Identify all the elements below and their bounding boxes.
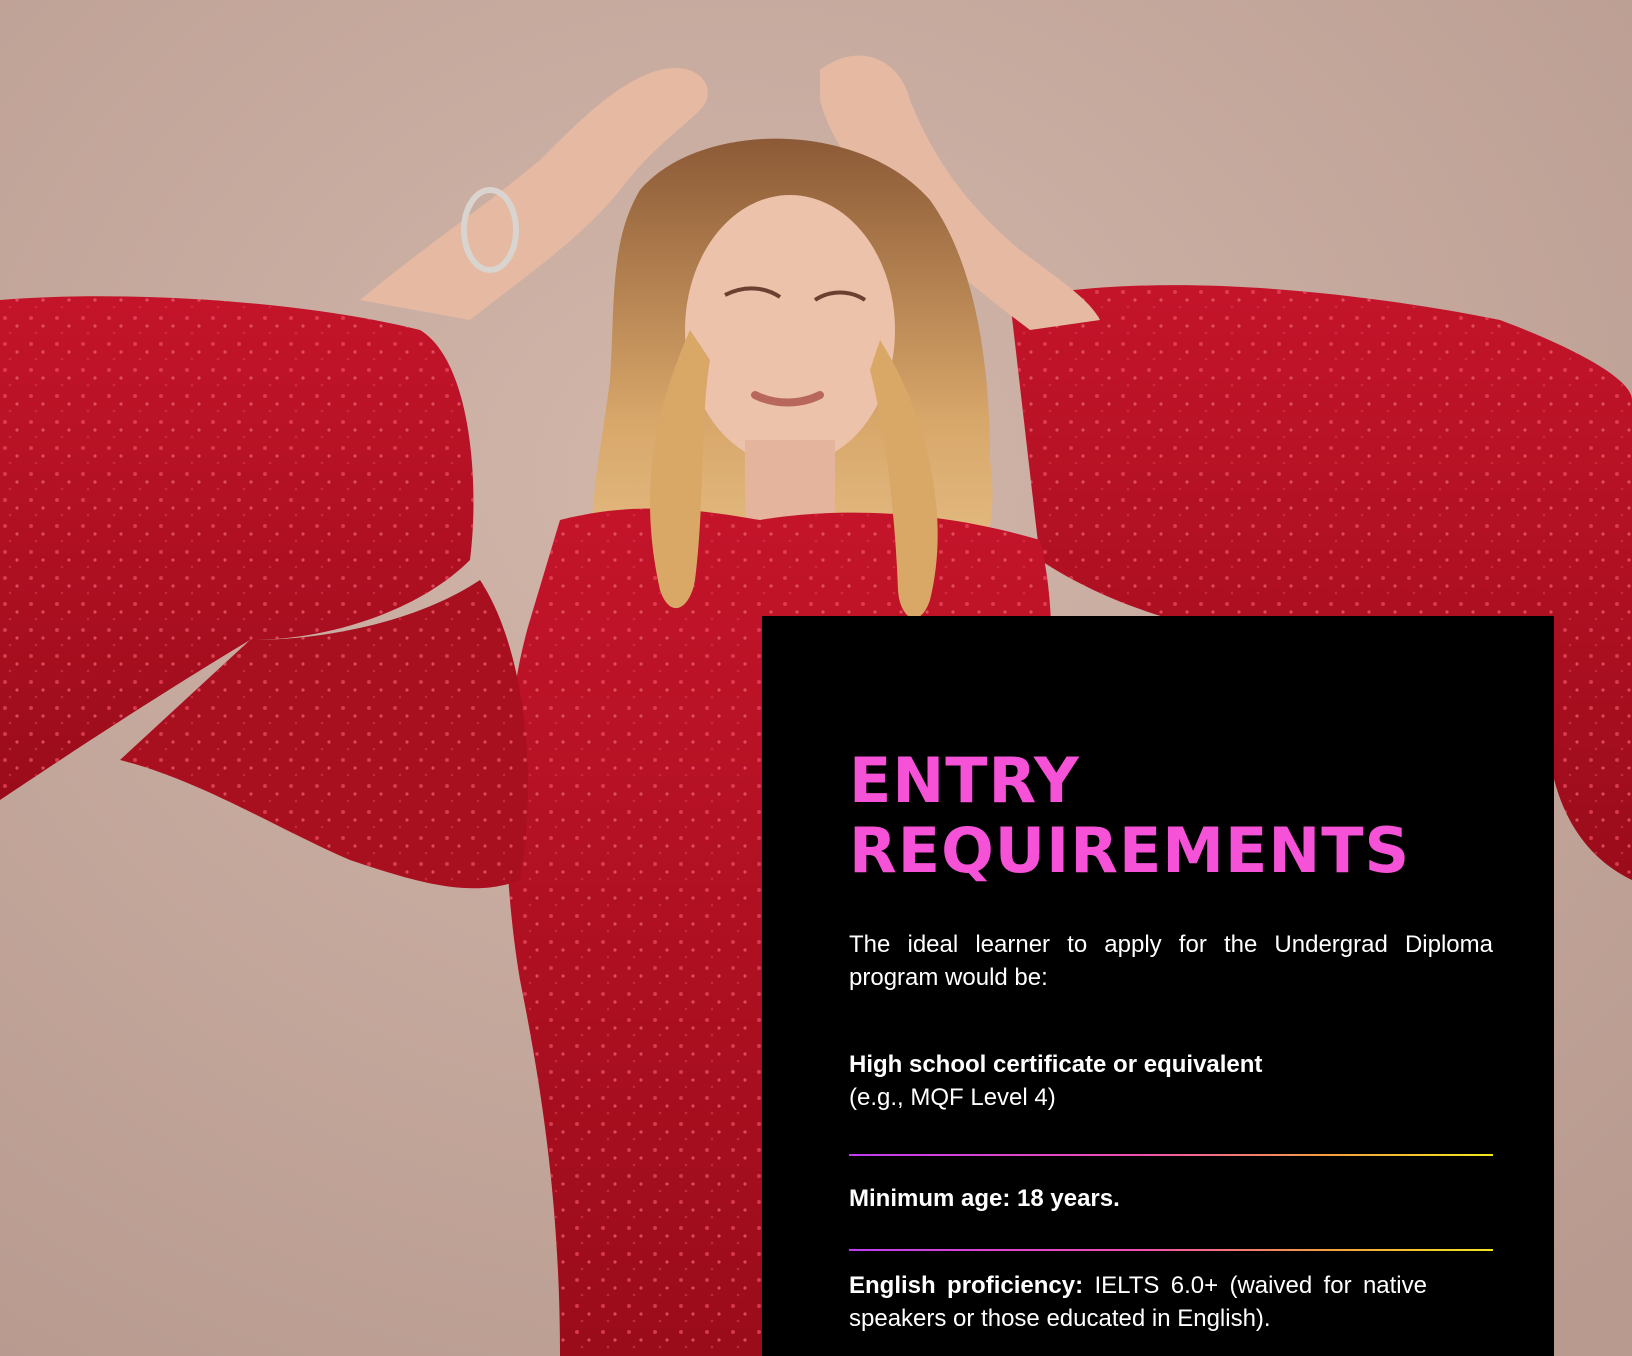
title-line-1: ENTRY [849,744,1080,817]
requirement-education: High school certificate or equivalent (e… [849,1048,1493,1114]
entry-requirements-panel: ENTRY REQUIREMENTS The ideal learner to … [762,616,1554,1356]
divider [849,1249,1493,1251]
requirement-english: English proficiency: IELTS 6.0+ (waived … [849,1269,1427,1335]
intro-text: The ideal learner to apply for the Under… [849,931,1493,991]
divider [849,1154,1493,1156]
panel-content: ENTRY REQUIREMENTS The ideal learner to … [849,746,1493,1356]
requirement-english-label: English proficiency: [849,1272,1084,1299]
face [685,195,895,465]
panel-title: ENTRY REQUIREMENTS [849,746,1493,886]
requirement-age-label: Minimum age: 18 years. [849,1185,1120,1212]
requirement-age: Minimum age: 18 years. [849,1182,1493,1215]
requirement-education-detail: (e.g., MQF Level 4) [849,1084,1056,1111]
title-line-2: REQUIREMENTS [849,814,1411,887]
page: ENTRY REQUIREMENTS The ideal learner to … [0,0,1632,1356]
requirement-education-label: High school certificate or equivalent [849,1051,1263,1078]
